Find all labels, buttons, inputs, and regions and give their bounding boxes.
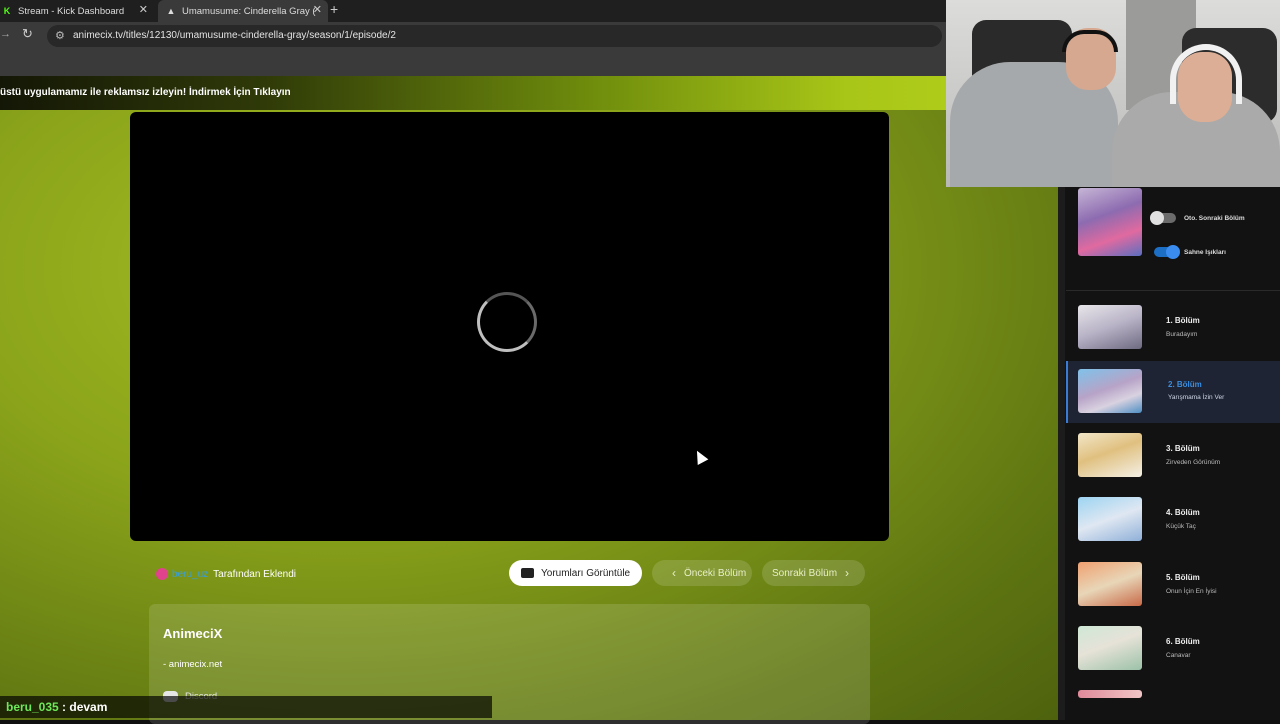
tab-label: Umamusume: Cinderella Gray ( [182, 5, 316, 17]
episode-item[interactable]: 5. Bölüm Onun İçin En İyisi [1066, 560, 1280, 618]
uploader-name[interactable]: beru_uz [172, 569, 208, 580]
mouse-cursor-icon [691, 447, 709, 466]
headphones-icon [1062, 30, 1118, 52]
episode-subtitle: Buradayım [1166, 331, 1198, 338]
tab-label: Stream - Kick Dashboard [18, 5, 125, 17]
address-toolbar: → ↻ ⚙ animecix.tv/titles/12130/umamusume… [0, 22, 946, 50]
episode-item[interactable]: 6. Bölüm Canavar [1066, 624, 1280, 682]
close-tab-icon[interactable]: ✕ [139, 3, 148, 16]
comment-icon [521, 568, 534, 578]
episode-subtitle: Canavar [1166, 652, 1191, 659]
webcam-overlay [946, 0, 1280, 187]
forward-arrow-icon[interactable]: → [0, 28, 11, 40]
episode-subtitle: Zirveden Görünüm [1166, 459, 1221, 466]
next-episode-button[interactable]: Sonraki Bölüm › [762, 560, 865, 586]
scene-lights-toggle[interactable] [1154, 245, 1180, 259]
animecix-page: üstü uygulamamız ile reklamsız izleyin! … [0, 76, 1058, 724]
close-tab-icon[interactable]: ✕ [313, 3, 322, 16]
promo-text[interactable]: üstü uygulamamız ile reklamsız izleyin! … [0, 87, 291, 98]
uploader-credit: beru_uz Tarafından Eklendi [156, 568, 296, 580]
episode-thumbnail [1078, 497, 1142, 541]
episode-item[interactable]: 3. Bölüm Zirveden Görünüm [1066, 431, 1280, 489]
episode-thumbnail [1078, 369, 1142, 413]
sidebar-scrollbar[interactable] [1058, 186, 1065, 720]
app-promo-banner[interactable]: üstü uygulamamız ile reklamsız izleyin! … [0, 76, 1058, 110]
view-comments-label: Yorumları Görüntüle [541, 567, 631, 579]
video-player[interactable] [130, 112, 889, 541]
chevron-right-icon: › [845, 566, 850, 580]
episode-thumbnail [1078, 562, 1142, 606]
info-title: AnimeciX [163, 626, 223, 641]
episode-subtitle: Küçük Taç [1166, 523, 1196, 530]
loading-spinner-icon [477, 292, 537, 352]
episode-thumbnail-partial [1078, 690, 1142, 698]
uploader-suffix: Tarafından Eklendi [213, 568, 296, 580]
toggle-knob [1150, 211, 1164, 225]
next-episode-label: Sonraki Bölüm [772, 567, 838, 579]
episode-subtitle: Onun İçin En İyisi [1166, 588, 1217, 595]
episode-subtitle: Yarışmama İzin Ver [1168, 394, 1225, 401]
kick-icon: K [3, 6, 11, 16]
scene-lights-label: Sahne Işıkları [1184, 249, 1226, 256]
view-comments-button[interactable]: Yorumları Görüntüle [509, 560, 642, 586]
address-bar[interactable]: ⚙ animecix.tv/titles/12130/umamusume-cin… [47, 25, 942, 47]
uploader-avatar [156, 568, 168, 580]
episode-thumbnail [1078, 433, 1142, 477]
site-link[interactable]: - animecix.net [163, 659, 222, 670]
toggle-knob [1166, 245, 1180, 259]
episode-title: 4. Bölüm [1166, 508, 1200, 517]
episode-item-active[interactable]: 2. Bölüm Yarışmama İzin Ver [1066, 361, 1280, 423]
series-poster [1078, 188, 1142, 256]
auto-next-toggle[interactable] [1150, 211, 1176, 225]
episode-title: 5. Bölüm [1166, 573, 1200, 582]
previous-episode-label: Önceki Bölüm [684, 567, 747, 579]
sidebar-divider [1066, 290, 1280, 291]
episode-title: 1. Bölüm [1166, 316, 1200, 325]
browser-tab-kick[interactable]: K Stream - Kick Dashboard ✕ [0, 0, 154, 22]
episode-thumbnail [1078, 626, 1142, 670]
episode-item[interactable]: 4. Bölüm Küçük Taç [1066, 495, 1280, 553]
episode-item[interactable]: 1. Bölüm Buradayım [1066, 303, 1280, 361]
chat-username: beru_035 [6, 700, 59, 714]
site-settings-icon[interactable]: ⚙ [55, 29, 65, 42]
auto-next-label: Oto. Sonraki Bölüm [1184, 215, 1245, 222]
previous-episode-button[interactable]: ‹ Önceki Bölüm [652, 560, 752, 586]
reload-icon[interactable]: ↻ [22, 26, 33, 42]
bookmarks-bar [0, 50, 946, 76]
chevron-left-icon: ‹ [672, 566, 676, 580]
stream-chat-overlay: beru_035 : devam [0, 696, 492, 718]
episode-thumbnail [1078, 305, 1142, 349]
browser-tab-strip: K Stream - Kick Dashboard ✕ ▲ Umamusume:… [0, 0, 946, 22]
episode-title: 3. Bölüm [1166, 444, 1200, 453]
episode-title: 6. Bölüm [1166, 637, 1200, 646]
browser-tab-animecix[interactable]: ▲ Umamusume: Cinderella Gray ( ✕ [158, 0, 328, 22]
episode-title: 2. Bölüm [1168, 380, 1202, 389]
url-text[interactable]: animecix.tv/titles/12130/umamusume-cinde… [73, 30, 396, 41]
animecix-icon: ▲ [166, 6, 176, 16]
chat-message: devam [69, 700, 108, 714]
chat-separator: : [58, 700, 70, 714]
new-tab-plus-icon[interactable]: + [330, 1, 338, 17]
